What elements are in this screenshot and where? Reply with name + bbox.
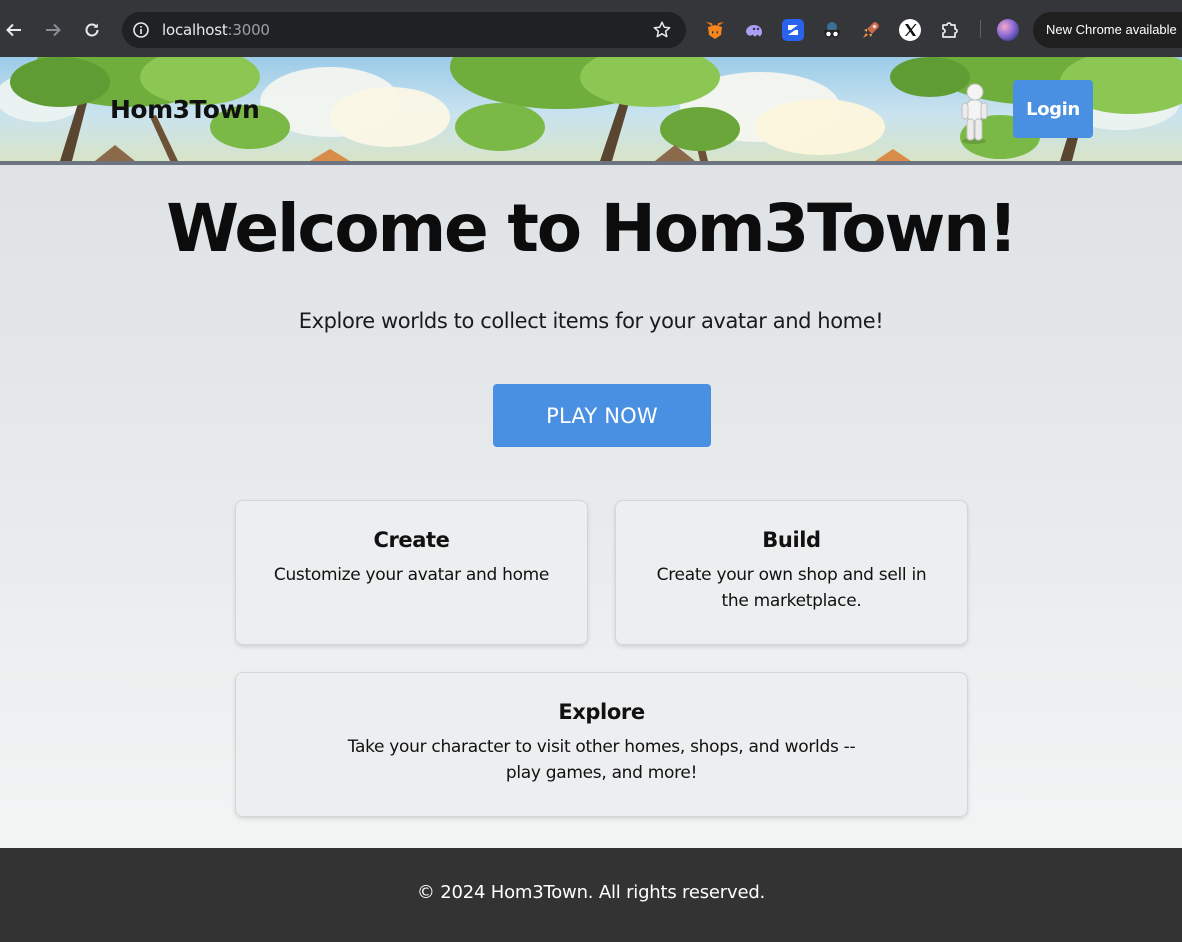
spy-glasses-icon[interactable] (821, 19, 843, 41)
site-info-icon[interactable] (132, 21, 150, 39)
site-logo[interactable]: Hom3Town (110, 95, 260, 124)
rocket-icon[interactable] (860, 19, 882, 41)
site-header: Hom3Town Login (0, 57, 1182, 165)
site-footer: © 2024 Hom3Town. All rights reserved. (0, 848, 1182, 942)
copyright-text: © 2024 Hom3Town. All rights reserved. (416, 882, 766, 903)
url-text: localhost:3000 (162, 21, 270, 39)
url-host: localhost (162, 21, 228, 39)
feature-description: Create your own shop and sell in the mar… (656, 565, 927, 611)
puzzle-extensions-icon[interactable] (939, 19, 961, 41)
avatar-figure-icon[interactable] (958, 81, 990, 145)
zerion-icon[interactable] (782, 19, 804, 41)
feature-description: Customize your avatar and home (273, 565, 550, 585)
chrome-update-button[interactable]: New Chrome available (1033, 12, 1182, 48)
forward-icon[interactable] (39, 16, 67, 44)
feature-title: Build (762, 528, 821, 552)
feature-card-create: Create Customize your avatar and home (235, 500, 588, 645)
feature-card-explore: Explore Take your character to visit oth… (235, 672, 968, 817)
feature-card-build: Build Create your own shop and sell in t… (615, 500, 968, 645)
metamask-fox-icon[interactable] (704, 19, 726, 41)
reload-icon[interactable] (78, 16, 106, 44)
feature-description: Take your character to visit other homes… (347, 737, 856, 783)
hero-subtitle: Explore worlds to collect items for your… (298, 309, 884, 333)
browser-toolbar: localhost:3000 New Chrome available (0, 0, 1182, 57)
bookmark-star-icon[interactable] (652, 20, 672, 40)
feature-title: Explore (558, 700, 645, 724)
profile-avatar[interactable] (997, 19, 1019, 41)
back-icon[interactable] (0, 16, 28, 44)
phantom-ghost-icon[interactable] (743, 19, 765, 41)
login-button[interactable]: Login (1013, 80, 1093, 138)
address-bar[interactable]: localhost:3000 (122, 12, 686, 48)
url-port: :3000 (227, 21, 270, 39)
toolbar-divider (980, 20, 981, 38)
feature-title: Create (373, 528, 450, 552)
play-now-button[interactable]: PLAY NOW (493, 384, 711, 447)
hero-title: Welcome to Hom3Town! (166, 190, 1018, 267)
page: Hom3Town Login Welcome to Hom3Town! Expl… (0, 57, 1182, 942)
x-icon[interactable] (899, 19, 921, 41)
